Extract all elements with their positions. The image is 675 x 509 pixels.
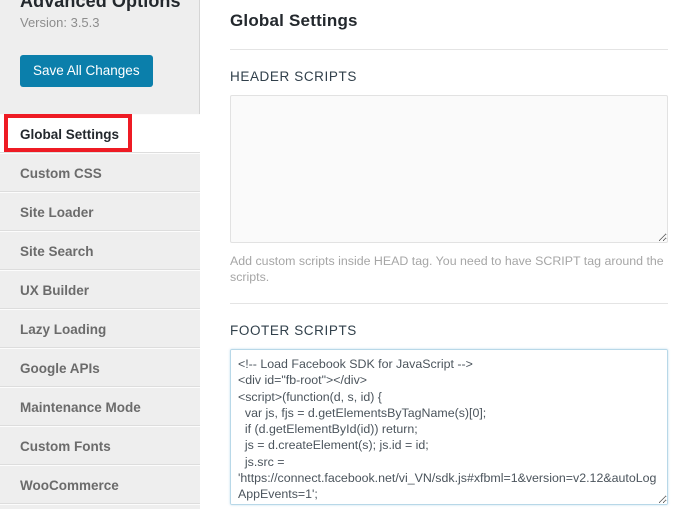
sidebar-item-lazy-loading[interactable]: Lazy Loading — [0, 309, 200, 348]
header-scripts-help-text: Add custom scripts inside HEAD tag. You … — [230, 254, 664, 284]
save-all-changes-button[interactable]: Save All Changes — [20, 55, 153, 87]
save-button-container: Save All Changes — [0, 33, 199, 87]
page-title: Global Settings — [230, 11, 358, 30]
sidebar: Advanced Options Version: 3.5.3 Save All… — [0, 0, 200, 509]
sidebar-item-site-search[interactable]: Site Search — [0, 231, 200, 270]
sidebar-item-maintenance-mode[interactable]: Maintenance Mode — [0, 387, 200, 426]
sidebar-item-woocommerce[interactable]: WooCommerce — [0, 465, 200, 504]
sidebar-item-custom-fonts[interactable]: Custom Fonts — [0, 426, 200, 465]
page-brand-title: Advanced Options — [20, 0, 181, 11]
sidebar-nav: Global Settings Custom CSS Site Loader S… — [0, 114, 200, 509]
footer-scripts-input[interactable] — [230, 349, 668, 505]
header-scripts-field — [201, 84, 675, 243]
footer-scripts-label: FOOTER SCRIPTS — [230, 323, 357, 338]
sidebar-item-site-loader[interactable]: Site Loader — [0, 192, 200, 231]
brand-block: Advanced Options Version: 3.5.3 — [0, 0, 199, 33]
sidebar-item-ux-builder[interactable]: UX Builder — [0, 270, 200, 309]
sidebar-item-global-settings[interactable]: Global Settings — [0, 114, 200, 153]
sidebar-item-next[interactable] — [0, 504, 200, 509]
plugin-version-label: Version: 3.5.3 — [20, 15, 100, 30]
admin-page: Advanced Options Version: 3.5.3 Save All… — [0, 0, 675, 509]
sidebar-item-google-apis[interactable]: Google APIs — [0, 348, 200, 387]
main-content: Global Settings HEADER SCRIPTS Add custo… — [201, 0, 675, 509]
header-scripts-label: HEADER SCRIPTS — [230, 69, 357, 84]
sidebar-item-custom-css[interactable]: Custom CSS — [0, 153, 200, 192]
header-scripts-input[interactable] — [230, 95, 668, 243]
footer-scripts-field — [201, 338, 675, 505]
